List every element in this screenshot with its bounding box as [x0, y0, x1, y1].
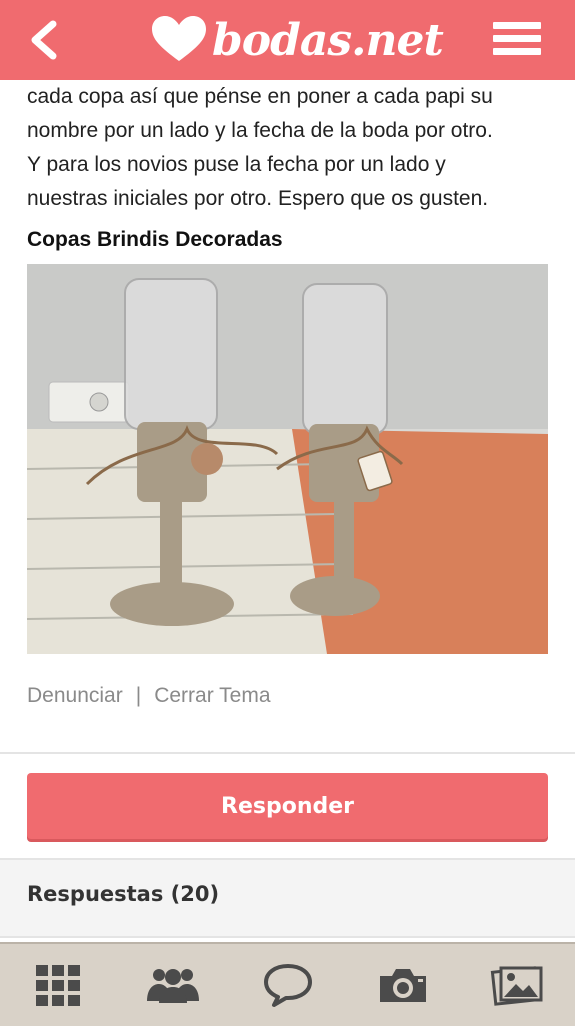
- tab-home[interactable]: [28, 955, 88, 1015]
- chat-bubble-icon: [263, 964, 312, 1007]
- report-link[interactable]: Denunciar: [27, 684, 123, 707]
- chevron-left-icon: [31, 20, 57, 60]
- camera-icon: [379, 969, 426, 1002]
- menu-button[interactable]: [493, 22, 541, 60]
- close-topic-link[interactable]: Cerrar Tema: [154, 684, 270, 707]
- actions-separator: |: [135, 684, 142, 707]
- tab-camera[interactable]: [373, 955, 433, 1015]
- grid-icon: [35, 965, 80, 1006]
- back-button[interactable]: [18, 14, 70, 66]
- people-icon: [146, 969, 199, 1003]
- top-bar: bodas.net: [0, 0, 575, 80]
- tab-community[interactable]: [143, 955, 203, 1015]
- bottom-tab-bar: [0, 942, 575, 1026]
- hamburger-menu-icon: [493, 22, 541, 29]
- reply-button[interactable]: Responder: [27, 773, 548, 839]
- tab-messages[interactable]: [258, 955, 318, 1015]
- heart-icon: [152, 16, 206, 61]
- post-body-text: cada copa así que pénse en poner a cada …: [27, 85, 493, 210]
- reply-section: Responder: [0, 754, 575, 858]
- image-title: Copas Brindis Decoradas: [27, 228, 283, 251]
- photos-icon: [490, 966, 542, 1006]
- answers-header: Respuestas (20): [0, 858, 575, 938]
- post-content: cada copa así que pénse en poner a cada …: [27, 80, 549, 654]
- answers-count: Respuestas (20): [27, 882, 220, 906]
- brand-name: bodas.net: [212, 14, 444, 66]
- brand-logo[interactable]: bodas.net: [150, 10, 444, 70]
- tab-photos[interactable]: [488, 955, 548, 1015]
- post-actions: Denunciar | Cerrar Tema: [27, 684, 271, 708]
- post-photo[interactable]: [27, 264, 548, 654]
